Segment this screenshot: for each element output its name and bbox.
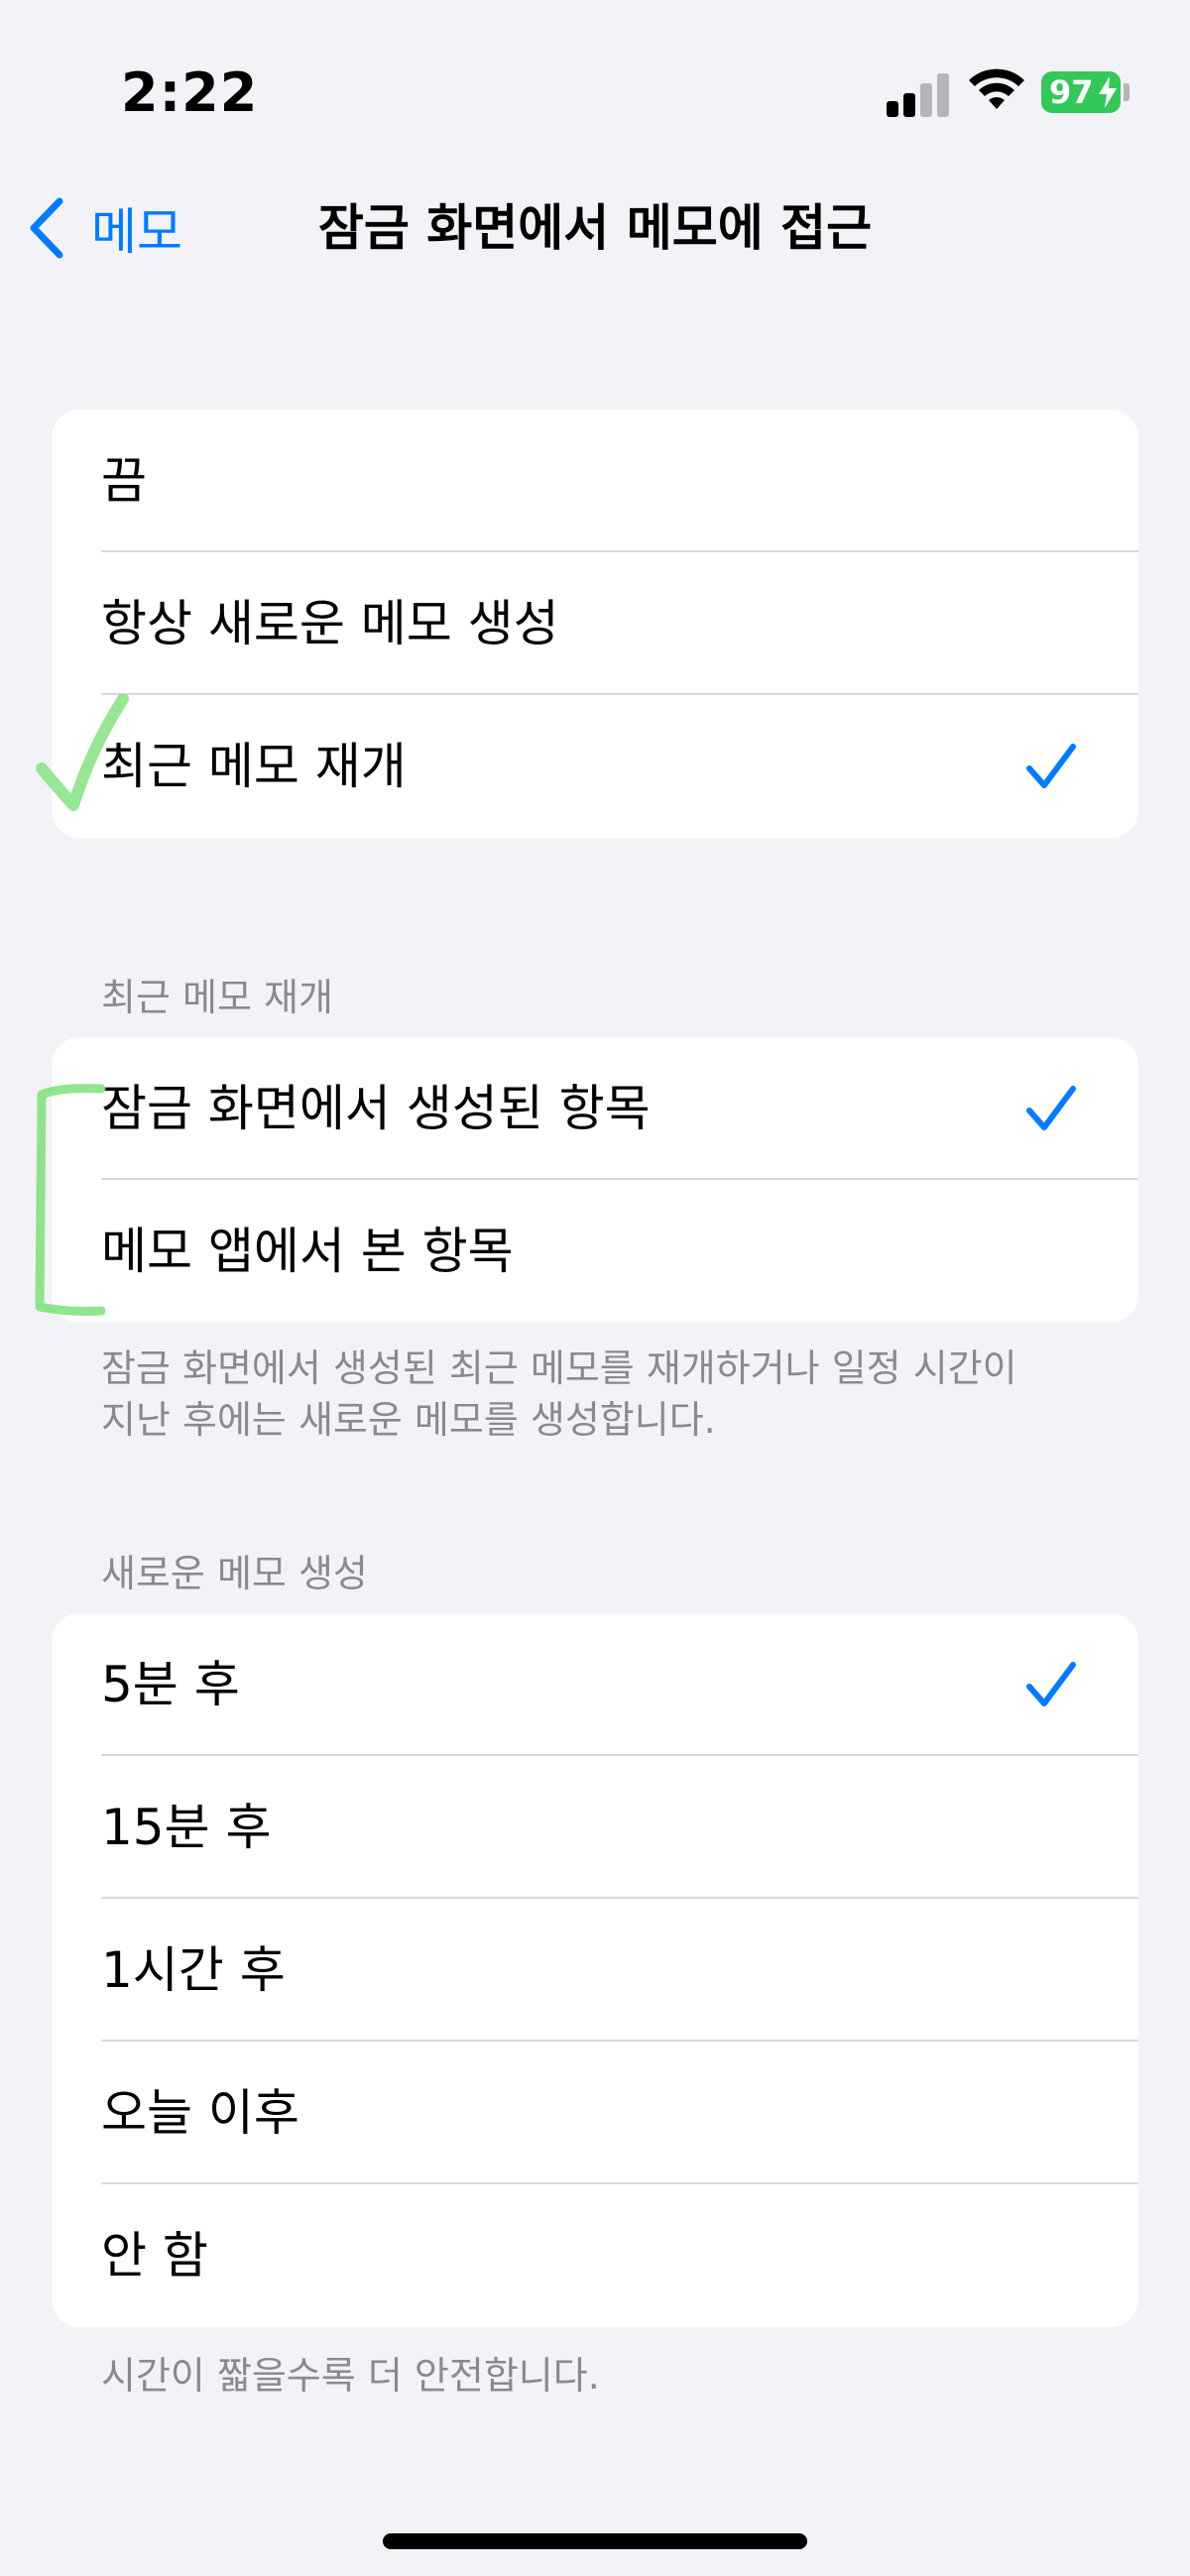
- option-label: 항상 새로운 메모 생성: [101, 595, 559, 652]
- footer-line: 지난 후에는 새로운 메모를 생성합니다.: [101, 1398, 716, 1442]
- option-always-new-note[interactable]: 항상 새로운 메모 생성: [52, 552, 1138, 695]
- cellular-signal-icon: [887, 71, 950, 117]
- option-label: 오늘 이후: [101, 2084, 299, 2142]
- section-footer-new-note: 시간이 짧을수록 더 안전합니다.: [101, 2354, 600, 2398]
- option-after-1-hour[interactable]: 1시간 후: [52, 1899, 1138, 2042]
- status-time: 2:22: [121, 61, 259, 124]
- footer-line: 잠금 화면에서 생성된 최근 메모를 재개하거나 일정 시간이: [101, 1347, 1017, 1390]
- checkmark-icon: [1026, 1086, 1076, 1130]
- option-after-5-min[interactable]: 5분 후: [52, 1613, 1138, 1756]
- resume-options-group: 잠금 화면에서 생성된 항목 메모 앱에서 본 항목: [52, 1037, 1138, 1323]
- option-after-today[interactable]: 오늘 이후: [52, 2042, 1138, 2184]
- checkmark-icon: [1026, 1662, 1076, 1706]
- wifi-icon: [969, 68, 1024, 109]
- section-header-new-note: 새로운 메모 생성: [101, 1552, 368, 1595]
- option-created-on-lock-screen[interactable]: 잠금 화면에서 생성된 항목: [52, 1037, 1138, 1180]
- battery-level: 97: [1049, 73, 1094, 111]
- option-label: 안 함: [101, 2227, 208, 2284]
- option-label: 15분 후: [101, 1799, 272, 1856]
- option-label: 끔: [101, 452, 147, 510]
- access-options-group: 끔 항상 새로운 메모 생성 최근 메모 재개: [52, 410, 1138, 838]
- option-label: 메모 앱에서 본 항목: [101, 1223, 514, 1280]
- checkmark-icon: [1026, 744, 1076, 788]
- status-bar: 2:22 97: [0, 0, 1190, 169]
- option-off[interactable]: 끔: [52, 410, 1138, 552]
- section-footer-resume: 잠금 화면에서 생성된 최근 메모를 재개하거나 일정 시간이 지난 후에는 새…: [101, 1343, 1093, 1446]
- charging-bolt-icon: [1099, 76, 1117, 108]
- section-header-resume: 최근 메모 재개: [101, 976, 333, 1019]
- home-indicator[interactable]: [383, 2533, 807, 2549]
- back-button[interactable]: 메모: [26, 193, 182, 263]
- navigation-bar: 잠금 화면에서 메모에 접근 메모: [0, 174, 1190, 283]
- option-label: 잠금 화면에서 생성된 항목: [101, 1080, 651, 1137]
- new-note-options-group: 5분 후 15분 후 1시간 후 오늘 이후 안 함: [52, 1613, 1138, 2327]
- option-label: 5분 후: [101, 1656, 240, 1713]
- chevron-left-icon: [30, 197, 63, 259]
- option-after-15-min[interactable]: 15분 후: [52, 1756, 1138, 1899]
- battery-cap: [1124, 83, 1130, 101]
- option-resume-last-note[interactable]: 최근 메모 재개: [52, 695, 1138, 838]
- option-label: 1시간 후: [101, 1941, 286, 1999]
- option-never[interactable]: 안 함: [52, 2184, 1138, 2327]
- back-button-label: 메모: [91, 203, 182, 261]
- option-viewed-in-notes-app[interactable]: 메모 앱에서 본 항목: [52, 1180, 1138, 1323]
- option-label: 최근 메모 재개: [101, 738, 407, 795]
